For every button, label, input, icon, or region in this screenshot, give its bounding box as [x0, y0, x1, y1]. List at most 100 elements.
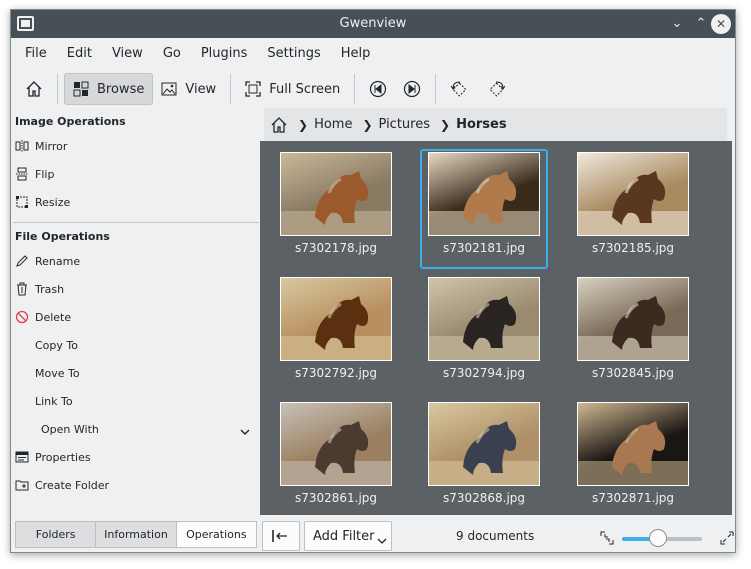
image-operations-title: Image Operations: [15, 115, 126, 128]
sidebar-collapse-icon: [272, 530, 287, 542]
move-to-action[interactable]: Move To: [35, 363, 80, 383]
properties-action[interactable]: Properties: [15, 447, 91, 467]
thumbnail-image: [577, 152, 689, 236]
open-with-action[interactable]: Open With: [41, 419, 99, 439]
zoom-slider[interactable]: [622, 529, 702, 547]
menu-view[interactable]: View: [102, 46, 153, 61]
trash-action[interactable]: Trash: [15, 279, 64, 299]
thumbnail-item[interactable]: s7302178.jpg: [272, 149, 400, 269]
horse-photo-icon: [281, 296, 391, 360]
flip-label: Flip: [35, 167, 55, 181]
places-home-icon[interactable]: [270, 116, 288, 134]
horse-photo-icon: [578, 421, 688, 485]
menu-edit[interactable]: Edit: [57, 46, 102, 61]
thumbnail-item[interactable]: s7302792.jpg: [272, 274, 400, 394]
toolbar-separator: [230, 74, 232, 104]
close-icon[interactable]: ✕: [711, 14, 731, 34]
tab-information[interactable]: Information: [96, 522, 177, 547]
image-view-icon: [161, 82, 177, 96]
thumbnail-item[interactable]: s7302871.jpg: [569, 399, 697, 516]
properties-label: Properties: [35, 450, 91, 464]
create-folder-action[interactable]: Create Folder: [15, 475, 109, 495]
trash-label: Trash: [35, 282, 65, 296]
thumbnail-image: [577, 277, 689, 361]
tab-operations[interactable]: Operations: [176, 522, 256, 547]
browse-label: Browse: [97, 81, 145, 97]
app-window: Gwenview ⌄ ⌃ ✕ File Edit View Go Plugins…: [10, 9, 736, 553]
zoom-slider-handle[interactable]: [649, 529, 667, 547]
breadcrumb-separator-icon: ❯: [440, 117, 451, 132]
fullscreen-button[interactable]: Full Screen: [237, 73, 348, 105]
zoom-in-icon[interactable]: [720, 531, 734, 545]
toggle-sidebar-button[interactable]: [262, 521, 300, 551]
properties-icon: [15, 450, 29, 464]
rotate-right-button[interactable]: [478, 73, 514, 105]
rename-action[interactable]: Rename: [15, 251, 80, 271]
delete-action[interactable]: Delete: [15, 307, 71, 327]
resize-action[interactable]: Resize: [15, 192, 70, 212]
document-count: 9 documents: [456, 529, 535, 543]
chevron-down-icon[interactable]: [239, 426, 251, 442]
breadcrumb-pictures[interactable]: Pictures: [379, 117, 430, 132]
minimize-icon[interactable]: ⌄: [667, 14, 687, 34]
add-filter-label: Add Filter: [313, 528, 375, 544]
create-folder-label: Create Folder: [35, 478, 110, 492]
breadcrumb-horses[interactable]: Horses: [456, 117, 507, 132]
status-bar: Add Filter 9 documents: [260, 515, 735, 552]
home-button[interactable]: [17, 73, 51, 105]
menu-plugins[interactable]: Plugins: [191, 46, 258, 61]
horse-photo-icon: [281, 171, 391, 235]
zoom-out-icon[interactable]: [600, 531, 614, 545]
thumbnail-caption: s7302845.jpg: [591, 366, 675, 380]
thumbnail-image: [428, 402, 540, 486]
copy-to-label: Copy To: [35, 338, 78, 352]
operations-sidebar: Image Operations Mirror Flip Resize File…: [11, 110, 261, 522]
thumbnail-image: [280, 277, 392, 361]
main-toolbar: Browse View Full Screen: [11, 68, 735, 110]
mirror-action[interactable]: Mirror: [15, 136, 67, 156]
next-icon: [404, 80, 421, 98]
menu-file[interactable]: File: [15, 46, 57, 61]
browse-button[interactable]: Browse: [64, 73, 154, 105]
thumbnail-caption: s7302181.jpg: [442, 241, 526, 255]
thumbnail-item[interactable]: s7302181.jpg: [420, 149, 548, 269]
browse-grid-icon: [73, 81, 89, 97]
thumbnail-image: [428, 277, 540, 361]
thumbnail-caption: s7302792.jpg: [294, 366, 378, 380]
horse-photo-icon: [578, 296, 688, 360]
menu-go[interactable]: Go: [153, 46, 191, 61]
flip-action[interactable]: Flip: [15, 164, 54, 184]
next-button[interactable]: [395, 73, 429, 105]
thumbnail-caption: s7302794.jpg: [442, 366, 526, 380]
thumbnail-image: [280, 152, 392, 236]
add-filter-button[interactable]: Add Filter: [304, 521, 392, 551]
thumbnail-item[interactable]: s7302845.jpg: [569, 274, 697, 394]
file-operations-title: File Operations: [15, 230, 110, 243]
thumbnail-caption: s7302861.jpg: [294, 491, 378, 505]
thumbnail-caption: s7302868.jpg: [442, 491, 526, 505]
tab-folders[interactable]: Folders: [16, 522, 97, 547]
pencil-icon: [15, 254, 29, 268]
menu-settings[interactable]: Settings: [257, 46, 330, 61]
thumbnail-item[interactable]: s7302868.jpg: [420, 399, 548, 516]
horse-photo-icon: [429, 421, 539, 485]
mirror-label: Mirror: [35, 139, 68, 153]
thumbnail-item[interactable]: s7302185.jpg: [569, 149, 697, 269]
link-to-action[interactable]: Link To: [35, 391, 73, 411]
thumbnail-item[interactable]: s7302794.jpg: [420, 274, 548, 394]
thumbnail-caption: s7302185.jpg: [591, 241, 675, 255]
rotate-left-button[interactable]: [442, 73, 478, 105]
breadcrumb-home[interactable]: Home: [314, 117, 352, 132]
open-with-label: Open With: [41, 422, 99, 436]
toolbar-separator: [354, 74, 356, 104]
flip-icon: [15, 167, 29, 181]
thumbnail-item[interactable]: s7302861.jpg: [272, 399, 400, 516]
view-button[interactable]: View: [153, 73, 224, 105]
maximize-icon[interactable]: ⌃: [691, 14, 711, 34]
delete-label: Delete: [35, 310, 72, 324]
previous-button[interactable]: [361, 73, 395, 105]
copy-to-action[interactable]: Copy To: [35, 335, 78, 355]
home-icon: [26, 81, 42, 97]
chevron-down-icon: [377, 538, 387, 544]
menu-help[interactable]: Help: [331, 46, 381, 61]
